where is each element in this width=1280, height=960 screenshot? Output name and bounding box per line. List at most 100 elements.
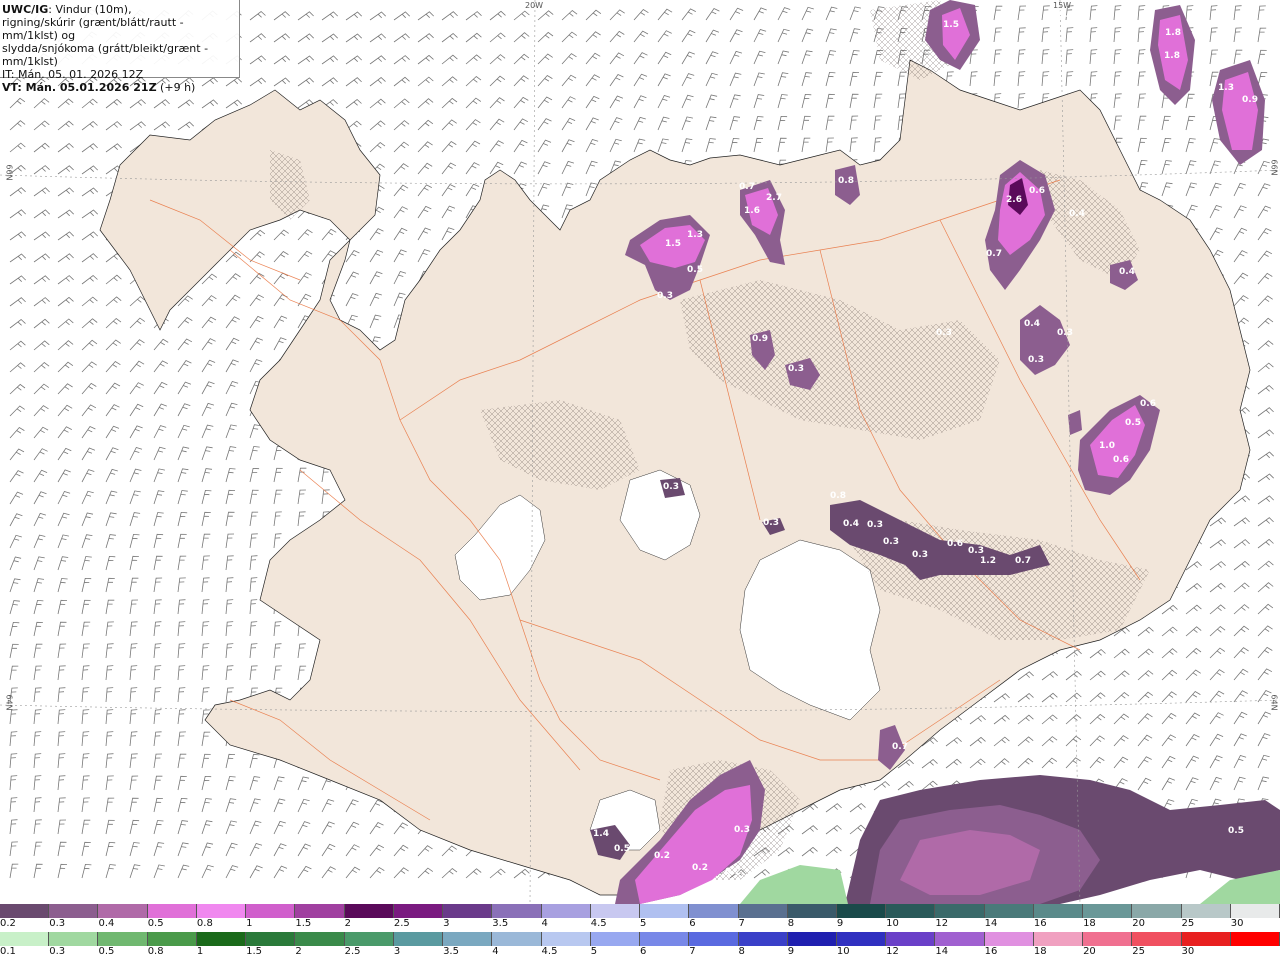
scale-label: 18 <box>1033 946 1047 957</box>
scale-cell <box>492 904 542 918</box>
scale-label: 6 <box>689 918 696 929</box>
scale-label: 14 <box>935 946 949 957</box>
rain-scale-labels: 0.1 0.3 0.5 0.8 1 1.5 2 2.5 3 3.5 4 4.5 5 6 7 8 9 10 12 14 1… <box>0 946 1280 960</box>
scale-cell <box>787 932 837 946</box>
scale-label: 4.5 <box>590 918 607 929</box>
scale-label: 3 <box>443 918 450 929</box>
precip-value-label: 0.8 <box>830 491 846 501</box>
scale-label: 3 <box>393 946 401 957</box>
weather-map: 1.5 1.2 1.8 1.8 1.3 0.9 0.7 1.6 2.7 0.8 1.5 1.3 0.5 0… <box>0 0 1280 904</box>
precip-value-label: 1.4 <box>593 829 609 839</box>
scale-label: 0.3 <box>49 946 66 957</box>
scale-label: 4 <box>492 946 499 957</box>
scale-label: 3.5 <box>492 918 509 929</box>
precip-value-label: 0.7 <box>1015 556 1031 566</box>
scale-label: 7 <box>689 946 696 957</box>
scale-label: 0.4 <box>98 918 115 929</box>
scale-label: 2 <box>344 918 351 929</box>
scale-cell <box>935 904 985 918</box>
scale-label: 2.5 <box>344 946 361 957</box>
rain-color-bar <box>0 932 1280 946</box>
precip-value-label: 0.5 <box>1228 826 1244 836</box>
precip-value-label: 2.6 <box>1006 195 1022 205</box>
scale-cell <box>1132 932 1182 946</box>
scale-label: 1 <box>246 918 253 929</box>
precip-value-label: 0.3 <box>968 546 984 556</box>
precip-value-label: 1.0 <box>1099 441 1115 451</box>
grid-label-left-66n: 66N <box>4 164 14 181</box>
precip-value-label: 0.2 <box>725 867 741 877</box>
scale-label: 0.8 <box>196 918 213 929</box>
scale-label: 20 <box>1083 946 1096 957</box>
scale-label: 5 <box>590 946 598 957</box>
scale-cell <box>246 932 296 946</box>
precip-value-label: 1.5 <box>665 239 681 249</box>
scale-cell <box>590 932 641 946</box>
scale-label: 3.5 <box>443 946 459 957</box>
precip-value-label: 0.6 <box>1140 399 1156 409</box>
scale-label: 20 <box>1132 918 1146 929</box>
scale-cell <box>640 932 690 946</box>
scale-cell <box>1132 904 1182 918</box>
precip-value-label: 0.5 <box>614 844 630 854</box>
scale-label: 8 <box>738 946 745 957</box>
precip-value-label: 0.3 <box>883 537 899 547</box>
scale-label: 2.5 <box>393 918 410 929</box>
scale-label: 8 <box>787 918 795 929</box>
scale-label: 10 <box>886 918 899 929</box>
scale-cell <box>49 904 99 918</box>
scale-cell <box>1033 904 1084 918</box>
precip-value-label: 0.9 <box>1242 95 1258 105</box>
valid-time: VT: Mán. 05.01.2026 21Z <box>2 81 157 94</box>
scale-cell <box>787 904 837 918</box>
scale-label: 16 <box>984 946 998 957</box>
header-line-3: slydda/snjókoma (grátt/bleikt/grænt - mm… <box>2 42 209 68</box>
scale-cell <box>886 904 936 918</box>
scale-cell <box>246 904 296 918</box>
precip-value-label: 2.7 <box>766 193 782 203</box>
model-name: UWC/IG <box>2 3 49 16</box>
precip-value-label: 1.6 <box>744 206 760 216</box>
precip-value-label: 0.3 <box>912 550 928 560</box>
scale-label: 1.5 <box>246 946 263 957</box>
scale-label: 12 <box>886 946 899 957</box>
precip-value-label: 0.4 <box>1119 267 1135 277</box>
precip-value-label: 0.6 <box>1113 455 1129 465</box>
scale-cell <box>1033 932 1084 946</box>
scale-label: 18 <box>1083 918 1096 929</box>
scale-cell <box>393 904 444 918</box>
scale-cell <box>1083 904 1133 918</box>
precip-value-label: 0.7 <box>986 249 1002 259</box>
scale-cell <box>541 904 591 918</box>
scale-cell <box>689 932 739 946</box>
precip-value-label: 0.4 <box>843 519 859 529</box>
scale-cell <box>147 932 197 946</box>
scale-cell <box>0 904 50 918</box>
precip-value-label: 0.4 <box>1069 209 1085 219</box>
scale-label: 9 <box>836 918 844 929</box>
scale-label: 4 <box>541 918 548 929</box>
grid-label-right-64n: 64N <box>1269 694 1279 711</box>
precip-value-label: 0.2 <box>692 863 708 873</box>
scale-cell <box>147 904 197 918</box>
scale-cell <box>1181 904 1231 918</box>
scale-cell <box>1230 904 1280 918</box>
scale-cell <box>344 904 394 918</box>
lead-time: (+9 h) <box>156 81 196 94</box>
scale-cell <box>590 904 641 918</box>
precip-value-label: 1.5 <box>943 20 959 30</box>
scale-cell <box>640 904 690 918</box>
scale-cell <box>836 904 887 918</box>
scale-cell <box>0 932 50 946</box>
precip-value-label: 0.7 <box>739 182 755 192</box>
scale-label: 0.3 <box>49 918 66 929</box>
scale-label: 0.2 <box>0 918 16 929</box>
precip-value-label: 0.5 <box>1125 418 1141 428</box>
header-line-1: UWC/IG: Vindur (10m), <box>2 3 239 16</box>
scale-label: 12 <box>935 918 949 929</box>
precip-value-label: 0.3 <box>788 364 804 374</box>
precip-value-label: 0.3 <box>867 520 883 530</box>
scale-cell <box>1230 932 1280 946</box>
scale-cell <box>836 932 887 946</box>
scale-label: 2 <box>295 946 302 957</box>
